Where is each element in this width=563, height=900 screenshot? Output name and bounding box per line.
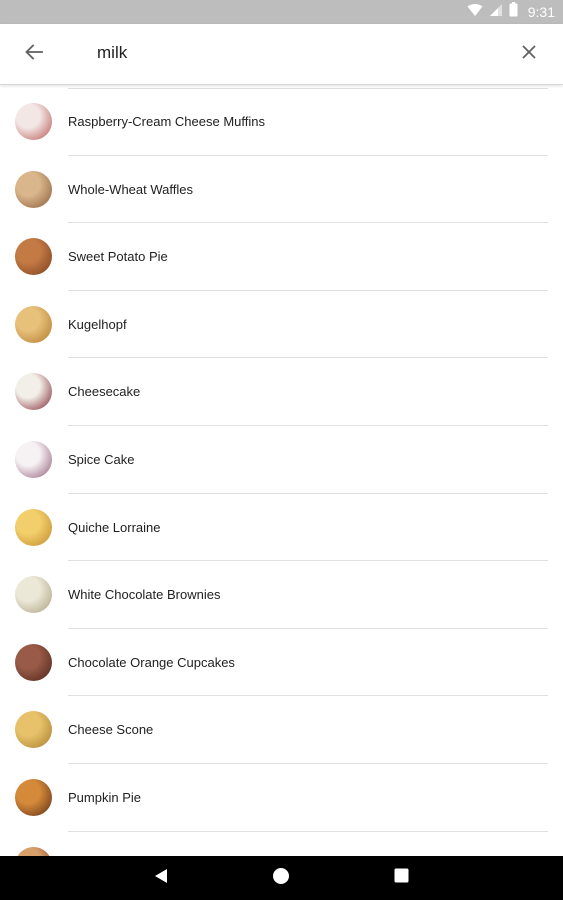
recipe-thumbnail [15,711,52,749]
recipe-thumbnail [15,778,52,816]
result-item[interactable]: Raspberry-Cream Cheese Muffins [0,88,563,156]
back-button[interactable] [16,36,52,72]
nav-back-button[interactable] [131,856,191,900]
recipe-thumbnail [15,508,52,546]
back-triangle-icon [154,868,168,889]
result-list: Raspberry-Cream Cheese Muffins Whole-Whea… [0,88,563,856]
result-title: Chocolate Orange Cupcakes [68,654,235,670]
result-item[interactable]: White Chocolate Brownies [0,561,563,629]
result-title: Cheesecake [68,384,141,400]
result-item[interactable]: Chocolate Orange Cupcakes [0,629,563,697]
recipe-thumbnail [15,103,52,140]
recents-square-icon [394,868,409,888]
result-item[interactable]: Quiche Lorraine [0,494,563,562]
result-item[interactable]: Cheesecake [0,358,563,426]
status-bar: 9:31 [0,0,563,24]
result-title: Spice Cake [68,451,135,467]
arrow-back-icon [24,42,44,67]
recipe-thumbnail [15,846,52,856]
close-icon [521,44,537,65]
result-title: Raspberry-Cream Cheese Muffins [68,114,265,129]
result-item[interactable] [0,832,563,856]
signal-icon [489,3,503,22]
result-item[interactable]: Spice Cake [0,426,563,494]
result-title: Pumpkin Pie [68,789,141,805]
home-circle-icon [272,867,290,890]
recipe-thumbnail [15,576,52,614]
wifi-icon [467,3,483,22]
result-title: Kugelhopf [68,316,127,332]
result-title: Sweet Potato Pie [68,249,168,265]
recipe-thumbnail [15,440,52,478]
result-item[interactable]: Cheese Scone [0,696,563,764]
recipe-thumbnail [15,643,52,681]
result-title: White Chocolate Brownies [68,587,221,603]
recipe-thumbnail [15,170,52,208]
result-item[interactable]: Sweet Potato Pie [0,223,563,291]
result-item[interactable]: Kugelhopf [0,291,563,359]
result-item[interactable]: Pumpkin Pie [0,764,563,832]
result-title: Quiche Lorraine [68,519,161,535]
search-toolbar [0,24,563,85]
recipe-thumbnail [15,373,52,411]
search-input[interactable] [97,38,477,68]
clear-search-button[interactable] [511,36,547,72]
recipe-thumbnail [15,238,52,276]
search-results: Raspberry-Cream Cheese Muffins Whole-Whea… [0,85,563,856]
system-nav-bar [0,856,563,900]
result-item[interactable]: Whole-Wheat Waffles [0,156,563,224]
recipe-thumbnail [15,305,52,343]
battery-icon [509,2,518,22]
nav-home-button[interactable] [251,856,311,900]
status-time: 9:31 [527,4,555,20]
result-title: Whole-Wheat Waffles [68,181,193,197]
recipe-search-screen: 9:31 Raspberry-Cream Cheese Muffins Whole… [0,0,563,900]
status-icons: 9:31 [467,0,555,24]
nav-recents-button[interactable] [371,856,431,900]
result-title: Cheese Scone [68,722,154,738]
